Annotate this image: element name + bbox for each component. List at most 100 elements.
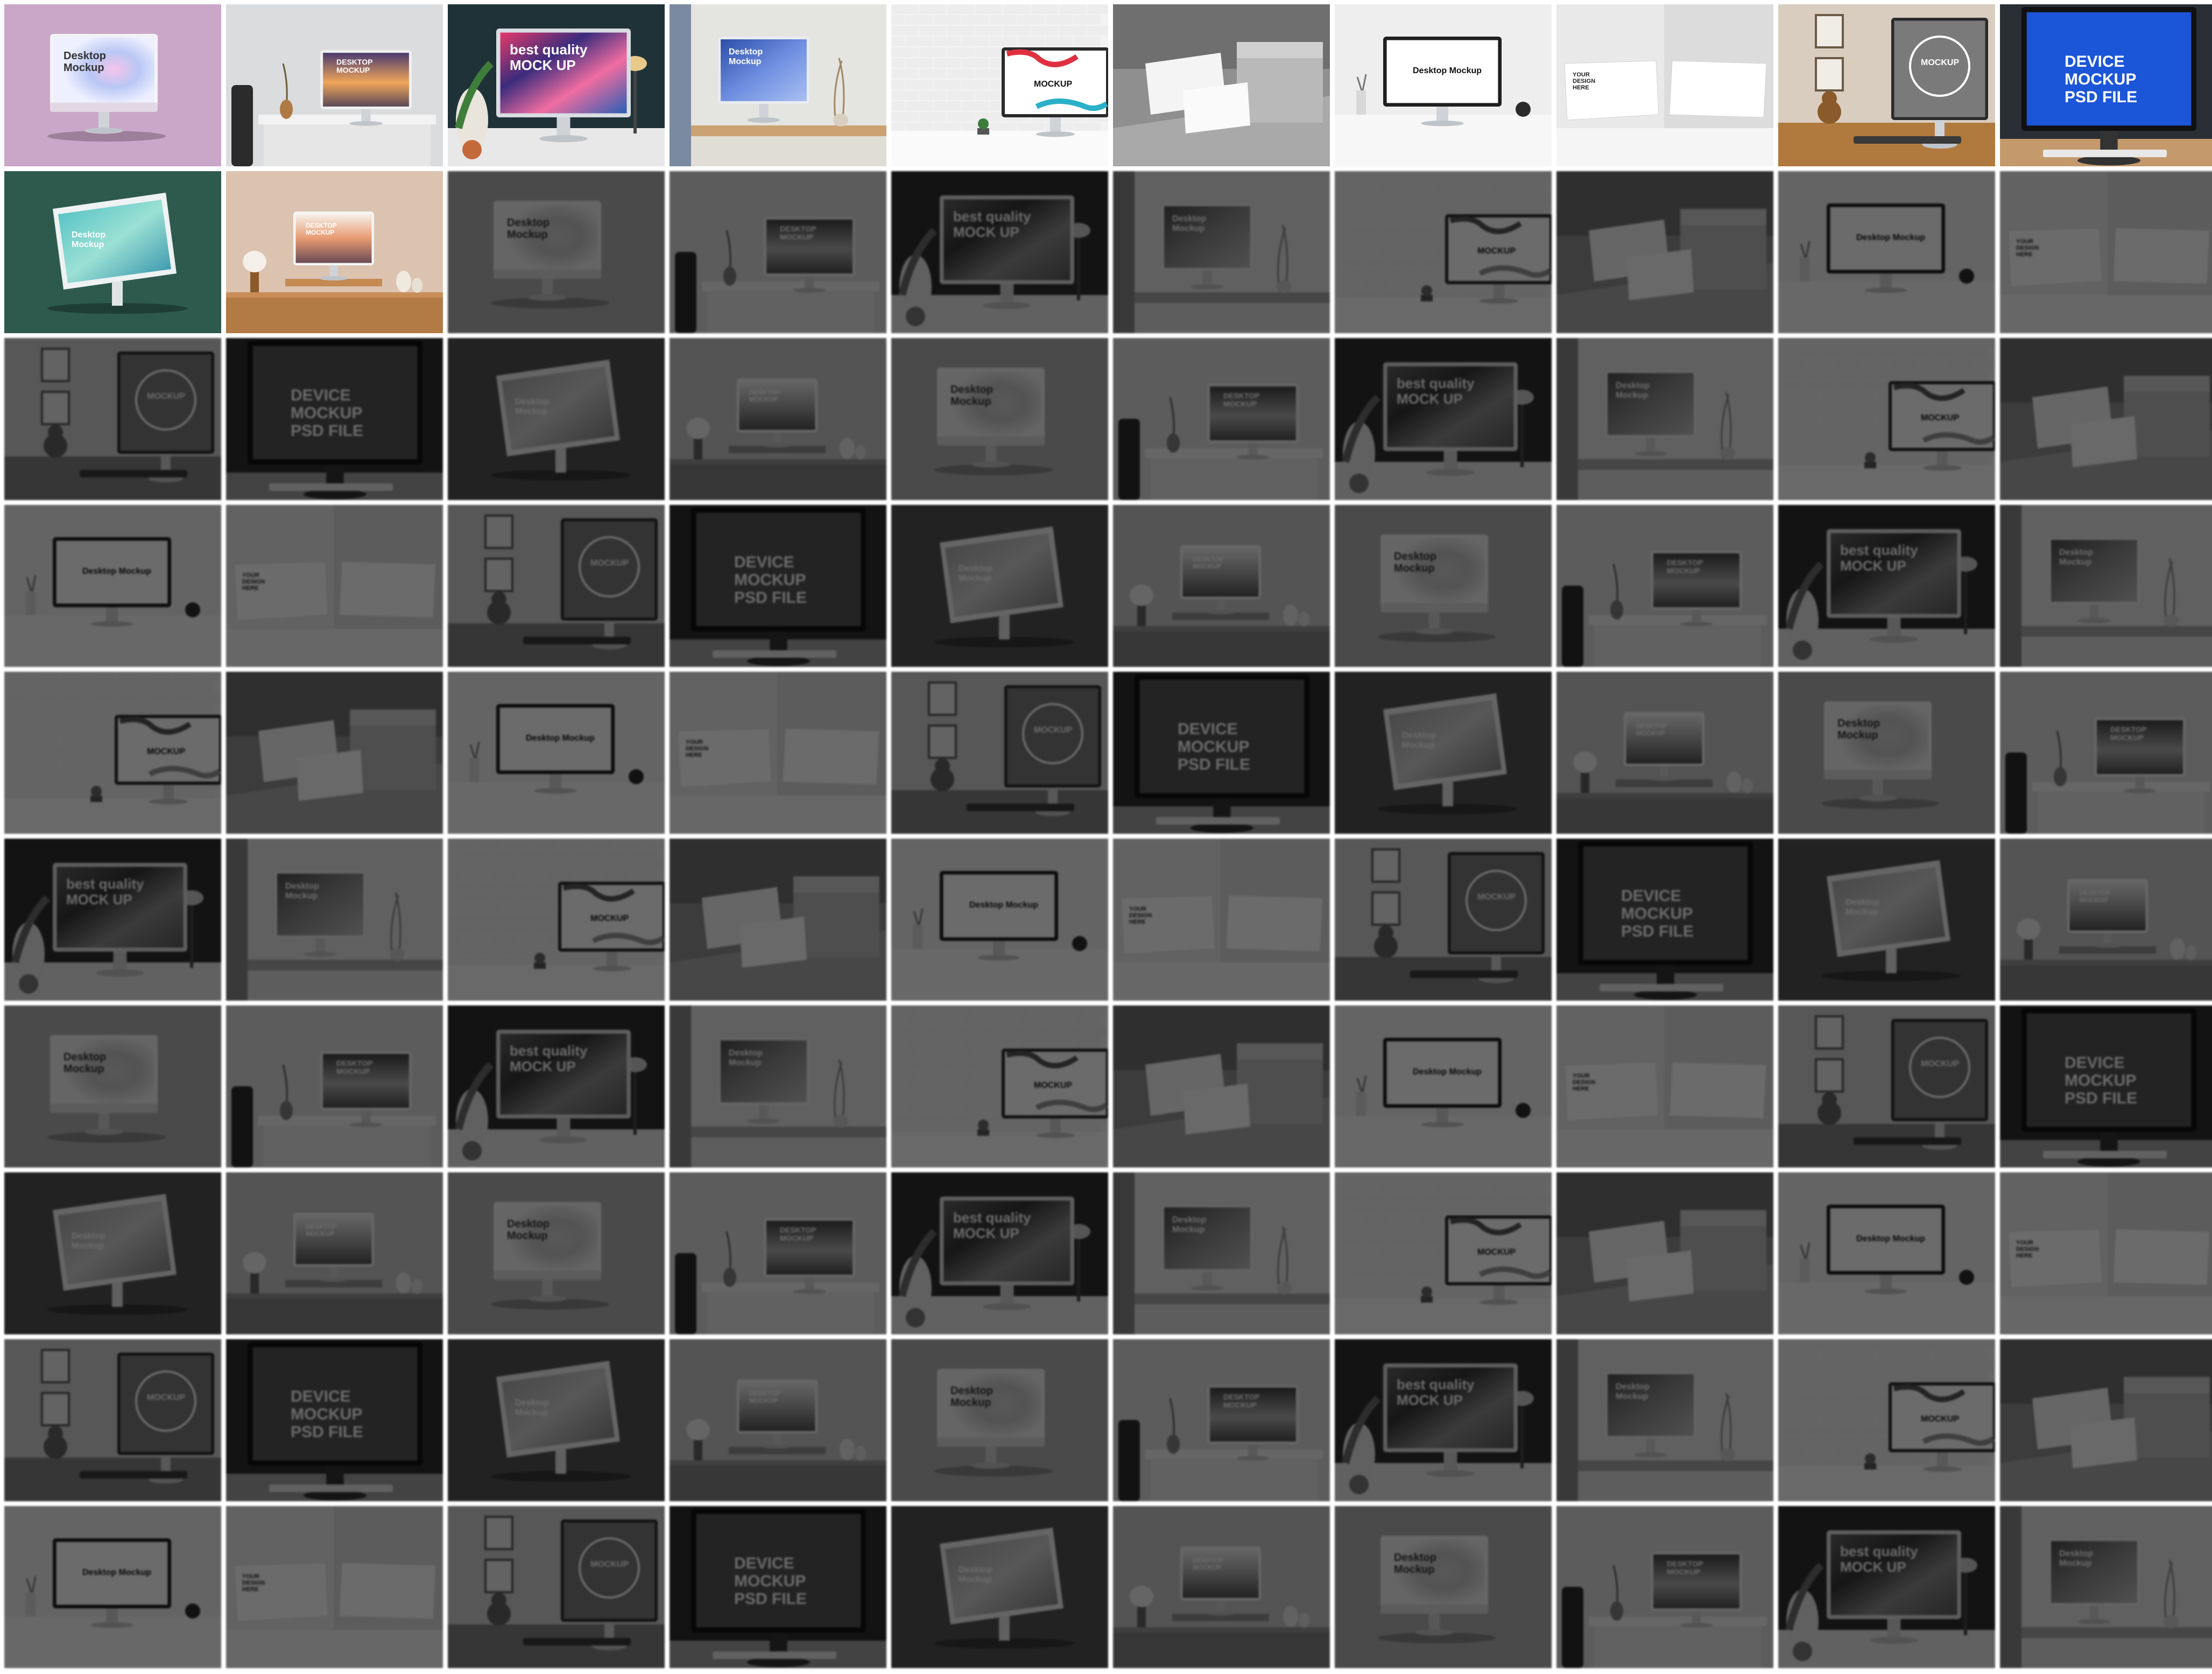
mockup-thumbnail-m11[interactable]: Desktop Mockup xyxy=(1335,672,1552,834)
mockup-thumbnail-m9[interactable]: MOCKUP xyxy=(448,1506,665,1668)
mockup-thumbnail-m9[interactable]: MOCKUP xyxy=(4,338,221,500)
mockup-thumbnail-m12[interactable]: DESKTOP MOCKUP xyxy=(2000,839,2212,1001)
mockup-thumbnail-m6[interactable] xyxy=(2000,1339,2212,1501)
mockup-thumbnail-m3[interactable]: best quality MOCK UP xyxy=(1335,1339,1552,1501)
mockup-thumbnail-m11[interactable]: Desktop Mockup xyxy=(448,1339,665,1501)
mockup-thumbnail-m10[interactable]: DEVICE MOCKUP PSD FILE xyxy=(670,505,886,667)
mockup-thumbnail-m10[interactable]: DEVICE MOCKUP PSD FILE xyxy=(226,1339,443,1501)
mockup-thumbnail-m8[interactable]: YOUR DESIGN HERE xyxy=(226,505,443,667)
mockup-thumbnail-m12[interactable]: DESKTOP MOCKUP xyxy=(226,171,443,333)
mockup-thumbnail-m3[interactable]: best quality MOCK UP xyxy=(1778,1506,1995,1668)
mockup-thumbnail-m5[interactable]: MOCKUP xyxy=(891,1005,1108,1167)
mockup-thumbnail-m4[interactable]: Desktop Mockup xyxy=(2000,505,2212,667)
mockup-thumbnail-m10[interactable]: DEVICE MOCKUP PSD FILE xyxy=(2000,4,2212,166)
mockup-thumbnail-m1[interactable]: Desktop Mockup xyxy=(1778,672,1995,834)
mockup-thumbnail-m7[interactable]: Desktop Mockup xyxy=(1335,1005,1552,1167)
mockup-thumbnail-m1[interactable]: Desktop Mockup xyxy=(1335,1506,1552,1668)
mockup-thumbnail-m9[interactable]: MOCKUP xyxy=(4,1339,221,1501)
mockup-thumbnail-m2[interactable]: DESKTOP MOCKUP xyxy=(1556,505,1773,667)
mockup-thumbnail-m4[interactable]: Desktop Mockup xyxy=(1113,171,1330,333)
mockup-thumbnail-m3[interactable]: best quality MOCK UP xyxy=(891,1172,1108,1334)
mockup-thumbnail-m5[interactable]: MOCKUP xyxy=(1778,338,1995,500)
mockup-thumbnail-m10[interactable]: DEVICE MOCKUP PSD FILE xyxy=(2000,1005,2212,1167)
mockup-thumbnail-m12[interactable]: DESKTOP MOCKUP xyxy=(670,338,886,500)
mockup-thumbnail-m7[interactable]: Desktop Mockup xyxy=(448,672,665,834)
mockup-thumbnail-m2[interactable]: DESKTOP MOCKUP xyxy=(226,1005,443,1167)
mockup-thumbnail-m3[interactable]: best quality MOCK UP xyxy=(448,1005,665,1167)
mockup-thumbnail-m8[interactable]: YOUR DESIGN HERE xyxy=(1113,839,1330,1001)
mockup-thumbnail-m7[interactable]: Desktop Mockup xyxy=(1335,4,1552,166)
mockup-thumbnail-m5[interactable]: MOCKUP xyxy=(1335,171,1552,333)
mockup-thumbnail-m4[interactable]: Desktop Mockup xyxy=(1556,338,1773,500)
mockup-thumbnail-m4[interactable]: Desktop Mockup xyxy=(226,839,443,1001)
mockup-thumbnail-m8[interactable]: YOUR DESIGN HERE xyxy=(1556,4,1773,166)
mockup-thumbnail-m8[interactable]: YOUR DESIGN HERE xyxy=(2000,1172,2212,1334)
mockup-thumbnail-m10[interactable]: DEVICE MOCKUP PSD FILE xyxy=(670,1506,886,1668)
mockup-thumbnail-m8[interactable]: YOUR DESIGN HERE xyxy=(1556,1005,1773,1167)
mockup-thumbnail-m2[interactable]: DESKTOP MOCKUP xyxy=(670,1172,886,1334)
mockup-thumbnail-m8[interactable]: YOUR DESIGN HERE xyxy=(2000,171,2212,333)
mockup-thumbnail-m3[interactable]: best quality MOCK UP xyxy=(1778,505,1995,667)
mockup-thumbnail-m11[interactable]: Desktop Mockup xyxy=(891,505,1108,667)
mockup-thumbnail-m2[interactable]: DESKTOP MOCKUP xyxy=(1556,1506,1773,1668)
mockup-thumbnail-m2[interactable]: DESKTOP MOCKUP xyxy=(226,4,443,166)
mockup-thumbnail-m5[interactable]: MOCKUP xyxy=(1335,1172,1552,1334)
mockup-thumbnail-m10[interactable]: DEVICE MOCKUP PSD FILE xyxy=(1556,839,1773,1001)
mockup-thumbnail-m7[interactable]: Desktop Mockup xyxy=(4,505,221,667)
mockup-thumbnail-m2[interactable]: DESKTOP MOCKUP xyxy=(1113,338,1330,500)
mockup-thumbnail-m4[interactable]: Desktop Mockup xyxy=(1113,1172,1330,1334)
mockup-thumbnail-m7[interactable]: Desktop Mockup xyxy=(1778,1172,1995,1334)
mockup-thumbnail-m1[interactable]: Desktop Mockup xyxy=(891,1339,1108,1501)
mockup-thumbnail-m4[interactable]: Desktop Mockup xyxy=(2000,1506,2212,1668)
mockup-thumbnail-m2[interactable]: DESKTOP MOCKUP xyxy=(2000,672,2212,834)
mockup-thumbnail-m6[interactable] xyxy=(2000,338,2212,500)
mockup-thumbnail-m2[interactable]: DESKTOP MOCKUP xyxy=(670,171,886,333)
mockup-thumbnail-m11[interactable]: Desktop Mockup xyxy=(1778,839,1995,1001)
mockup-thumbnail-m8[interactable]: YOUR DESIGN HERE xyxy=(226,1506,443,1668)
mockup-thumbnail-m10[interactable]: DEVICE MOCKUP PSD FILE xyxy=(1113,672,1330,834)
mockup-thumbnail-m9[interactable]: MOCKUP xyxy=(1778,4,1995,166)
mockup-thumbnail-m12[interactable]: DESKTOP MOCKUP xyxy=(226,1172,443,1334)
mockup-thumbnail-m5[interactable]: MOCKUP xyxy=(4,672,221,834)
mockup-thumbnail-m3[interactable]: best quality MOCK UP xyxy=(4,839,221,1001)
mockup-thumbnail-m1[interactable]: Desktop Mockup xyxy=(4,1005,221,1167)
mockup-thumbnail-m3[interactable]: best quality MOCK UP xyxy=(891,171,1108,333)
mockup-thumbnail-m8[interactable]: YOUR DESIGN HERE xyxy=(670,672,886,834)
mockup-thumbnail-m12[interactable]: DESKTOP MOCKUP xyxy=(1556,672,1773,834)
mockup-thumbnail-m3[interactable]: best quality MOCK UP xyxy=(1335,338,1552,500)
mockup-thumbnail-m12[interactable]: DESKTOP MOCKUP xyxy=(670,1339,886,1501)
mockup-thumbnail-m4[interactable]: Desktop Mockup xyxy=(670,4,886,166)
mockup-thumbnail-m4[interactable]: Desktop Mockup xyxy=(1556,1339,1773,1501)
mockup-thumbnail-m11[interactable]: Desktop Mockup xyxy=(448,338,665,500)
mockup-thumbnail-m7[interactable]: Desktop Mockup xyxy=(891,839,1108,1001)
mockup-thumbnail-m1[interactable]: Desktop Mockup xyxy=(891,338,1108,500)
mockup-thumbnail-m9[interactable]: MOCKUP xyxy=(448,505,665,667)
mockup-thumbnail-m5[interactable]: MOCKUP xyxy=(448,839,665,1001)
mockup-thumbnail-m1[interactable]: Desktop Mockup xyxy=(1335,505,1552,667)
mockup-thumbnail-m4[interactable]: Desktop Mockup xyxy=(670,1005,886,1167)
mockup-thumbnail-m5[interactable]: MOCKUP xyxy=(891,4,1108,166)
mockup-thumbnail-m9[interactable]: MOCKUP xyxy=(1335,839,1552,1001)
mockup-thumbnail-m11[interactable]: Desktop Mockup xyxy=(4,1172,221,1334)
mockup-thumbnail-m6[interactable] xyxy=(1556,171,1773,333)
mockup-thumbnail-m6[interactable] xyxy=(1113,4,1330,166)
mockup-thumbnail-m11[interactable]: Desktop Mockup xyxy=(4,171,221,333)
mockup-thumbnail-m1[interactable]: Desktop Mockup xyxy=(448,171,665,333)
mockup-thumbnail-m12[interactable]: DESKTOP MOCKUP xyxy=(1113,505,1330,667)
mockup-thumbnail-m3[interactable]: best quality MOCK UP xyxy=(448,4,665,166)
mockup-thumbnail-m6[interactable] xyxy=(1113,1005,1330,1167)
mockup-thumbnail-m7[interactable]: Desktop Mockup xyxy=(1778,171,1995,333)
mockup-thumbnail-m9[interactable]: MOCKUP xyxy=(1778,1005,1995,1167)
mockup-thumbnail-m11[interactable]: Desktop Mockup xyxy=(891,1506,1108,1668)
mockup-thumbnail-m7[interactable]: Desktop Mockup xyxy=(4,1506,221,1668)
mockup-thumbnail-m1[interactable]: Desktop Mockup xyxy=(4,4,221,166)
mockup-thumbnail-m6[interactable] xyxy=(1556,1172,1773,1334)
mockup-thumbnail-m1[interactable]: Desktop Mockup xyxy=(448,1172,665,1334)
mockup-thumbnail-m12[interactable]: DESKTOP MOCKUP xyxy=(1113,1506,1330,1668)
mockup-thumbnail-m6[interactable] xyxy=(670,839,886,1001)
mockup-thumbnail-m10[interactable]: DEVICE MOCKUP PSD FILE xyxy=(226,338,443,500)
mockup-thumbnail-m2[interactable]: DESKTOP MOCKUP xyxy=(1113,1339,1330,1501)
mockup-thumbnail-m9[interactable]: MOCKUP xyxy=(891,672,1108,834)
mockup-thumbnail-m6[interactable] xyxy=(226,672,443,834)
mockup-thumbnail-m5[interactable]: MOCKUP xyxy=(1778,1339,1995,1501)
